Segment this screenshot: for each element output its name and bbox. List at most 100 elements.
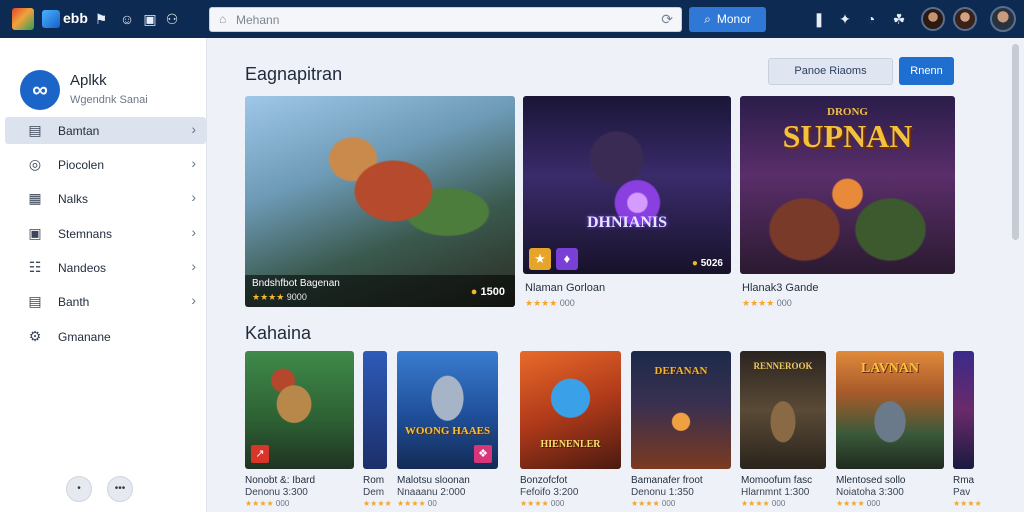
sidebar-item-nalks[interactable]: ▦ Nalks › xyxy=(5,185,206,212)
featured-card-caption: Nlaman Gorloan xyxy=(525,282,606,294)
game-tile-subtitle: Denonu 1:350 xyxy=(631,487,694,498)
game-tile[interactable]: WOONG HAAES ❖ xyxy=(397,351,498,469)
game-art-title: WOONG HAAES xyxy=(404,425,491,437)
list-section-title: Kahaina xyxy=(245,323,312,343)
calendar-icon: ▦ xyxy=(28,190,42,206)
bookmark-icon: ▤ xyxy=(28,122,42,138)
game-tile-subtitle: Nnaaanu 2:000 xyxy=(397,487,466,498)
featured-card-2[interactable]: DHNIANIS ★ ♦ ● 5026 xyxy=(523,96,731,274)
rating-stars: ★★★★ 000 xyxy=(245,499,290,508)
rating-stars: ★★★★ 000 xyxy=(631,499,676,508)
window-icon[interactable]: ▣ xyxy=(141,9,159,29)
grid-icon: ☷ xyxy=(28,259,42,275)
game-tile-subtitle: Pav xyxy=(953,487,971,498)
game-badge-icon: ★ xyxy=(529,248,551,270)
sidebar-item-label: Gmanane xyxy=(58,330,111,344)
sidebar-item-label: Piocolen xyxy=(58,158,105,172)
game-tile-title: Malotsu sloonan xyxy=(397,475,470,486)
game-tile[interactable]: LAVNAN xyxy=(836,351,944,469)
sidebar-item-gmanane[interactable]: ⚙ Gmanane xyxy=(5,323,206,350)
game-tile-title: Momoofum fasc xyxy=(741,475,813,486)
game-tile[interactable]: HIENENLER xyxy=(520,351,621,469)
chevron-right-icon: › xyxy=(191,189,196,205)
rating-stars: ★★★★ xyxy=(363,499,392,508)
rating-stars: ★★★★ xyxy=(953,499,981,508)
sidebar: ∞ Aplkk Wgendnk Sanai ▤ Bamtan › ◎ Pioco… xyxy=(0,38,207,512)
featured-card-3[interactable]: DRONG SUPNAN xyxy=(740,96,955,274)
game-tile[interactable]: RENNEROOK xyxy=(740,351,826,469)
coin-icon: ● xyxy=(470,286,478,298)
app-icon xyxy=(42,10,60,28)
game-tile[interactable]: DEFANAN xyxy=(631,351,731,469)
app-name: ebb xyxy=(63,10,88,26)
rating-stars: ★★★★ 000 xyxy=(520,499,565,508)
sidebar-item-bamtan[interactable]: ▤ Bamtan › xyxy=(5,117,206,144)
user-icon[interactable]: ☺ xyxy=(118,9,136,29)
featured-card-title: Bndshfbot Bagenan xyxy=(252,278,340,289)
reload-icon[interactable]: ⟳ xyxy=(661,11,673,28)
history-icon[interactable]: ◔ xyxy=(862,9,880,29)
game-tile-title: Nonobt &: Ibard xyxy=(245,475,316,486)
game-tile-title: Bamanafer froot xyxy=(631,475,703,486)
sidebar-action-button[interactable]: • xyxy=(66,476,92,502)
chevron-right-icon: › xyxy=(191,258,196,274)
search-button[interactable]: ⌕ Monor xyxy=(689,7,766,32)
game-artwork xyxy=(953,351,974,469)
game-tile-subtitle: Denonu 3:300 xyxy=(245,487,308,498)
primary-action-button[interactable]: Rnenn xyxy=(899,57,954,85)
game-art-title: DEFANAN xyxy=(654,365,708,377)
rating-stars: ★★★★ 000 xyxy=(836,499,881,508)
avatar-2[interactable] xyxy=(953,7,977,31)
game-art-title: SUPNAN xyxy=(782,118,913,154)
sidebar-item-label: Nalks xyxy=(58,192,89,206)
search-input[interactable] xyxy=(236,11,636,29)
user-avatar[interactable] xyxy=(990,6,1016,32)
browser-logo-icon[interactable] xyxy=(12,8,34,30)
sidebar-item-label: Bamtan xyxy=(58,124,100,138)
game-artwork xyxy=(520,351,621,469)
filter-button[interactable]: Panoe Riaoms xyxy=(768,58,893,85)
game-tile-title: Rom xyxy=(363,475,385,486)
sidebar-item-piocolen[interactable]: ◎ Piocolen › xyxy=(5,151,206,178)
chevron-right-icon: › xyxy=(191,292,196,308)
featured-section-title: Eagnapitran xyxy=(245,64,343,84)
sidebar-item-stemnans[interactable]: ▣ Stemnans › xyxy=(5,220,206,247)
games-icon[interactable]: ☘ xyxy=(890,9,908,29)
puzzle-icon[interactable]: ✦ xyxy=(836,9,854,29)
sidebar-item-nandeos[interactable]: ☷ Nandeos › xyxy=(5,254,206,281)
book-icon[interactable]: ❚ xyxy=(810,9,828,29)
search-bar[interactable]: ⌂ ⟳ xyxy=(209,7,682,32)
briefcase-icon: ▣ xyxy=(28,225,42,241)
top-bar: ebb ⚑ ☺ ▣ ⚇ ⌂ ⟳ ⌕Monor ❚ ✦ ◔ ☘ xyxy=(0,0,1024,38)
gear-icon: ⚙ xyxy=(28,328,42,344)
chevron-right-icon: › xyxy=(191,121,196,137)
price-tag: ● 5026 xyxy=(691,258,723,269)
price-tag: ● 1500 xyxy=(470,286,505,298)
game-tile-subtitle: Dem xyxy=(363,487,385,498)
scrollbar[interactable] xyxy=(1012,44,1019,240)
avatar-1[interactable] xyxy=(921,7,945,31)
pin-icon[interactable]: ⚑ xyxy=(92,9,110,29)
featured-card-caption: Hlanak3 Gande xyxy=(742,282,819,294)
sidebar-more-button[interactable]: ••• xyxy=(107,476,133,502)
sidebar-item-label: Stemnans xyxy=(58,227,113,241)
chevron-right-icon: › xyxy=(191,224,196,240)
featured-card-1[interactable]: Bndshfbot Bagenan ★★★★ 9000 ● 1500 xyxy=(245,96,515,307)
game-badge-icon: ❖ xyxy=(474,445,492,463)
profile-subtitle: Wgendnk Sanai xyxy=(70,94,148,106)
rating-stars: ★★★★ 000 xyxy=(525,298,575,308)
sidebar-item-banth[interactable]: ▤ Banth › xyxy=(5,288,206,315)
game-tile[interactable] xyxy=(953,351,974,469)
game-artwork xyxy=(363,351,387,469)
search-icon: ⌕ xyxy=(704,12,711,26)
game-art-subtitle: DRONG xyxy=(827,106,868,118)
rating-stars: ★★★★ 00 xyxy=(397,499,437,508)
game-badge-icon: ↗ xyxy=(251,445,269,463)
game-tile-title: Bonzofcfot xyxy=(520,475,568,486)
game-tile[interactable] xyxy=(363,351,387,469)
game-tile[interactable]: ↗ xyxy=(245,351,354,469)
game-tile-subtitle: Hlarnmnt 1:300 xyxy=(741,487,810,498)
people-icon[interactable]: ⚇ xyxy=(163,9,181,29)
sidebar-item-label: Banth xyxy=(58,295,90,309)
profile-logo-icon: ∞ xyxy=(20,70,60,110)
